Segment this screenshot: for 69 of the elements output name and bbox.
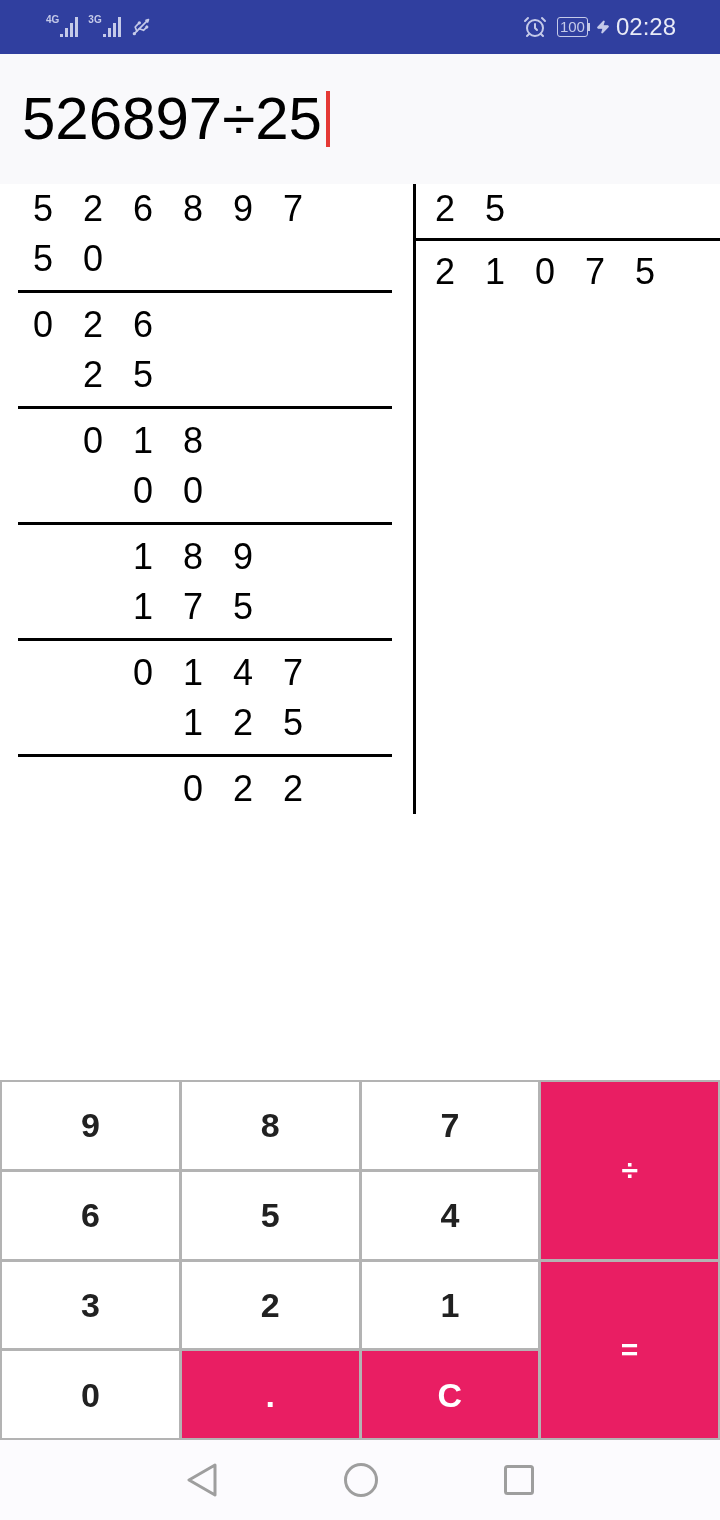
remainder-digit: 1 [133,423,153,459]
quotient-digit: 0 [535,254,555,290]
keypad-key[interactable]: 5 [181,1171,359,1259]
home-icon[interactable] [344,1463,378,1497]
subtrahend-digit: 1 [183,705,203,741]
remainder-digit: 1 [133,539,153,575]
remainder-digit: 7 [283,655,303,691]
text-cursor-icon [325,91,330,147]
remainder-digit: 2 [233,771,253,807]
remainder-digit: 9 [233,539,253,575]
expression-field[interactable]: 526897÷25 [0,54,720,184]
remainder-digit: 0 [133,655,153,691]
remainder-digit: 1 [183,655,203,691]
keypad-key[interactable]: 9 [2,1082,179,1169]
keypad-key[interactable]: 2 [181,1261,359,1349]
subtrahend-digit: 7 [183,589,203,625]
keypad-key[interactable]: 7 [361,1082,539,1169]
quotient-digit: 2 [435,254,455,290]
remainder-digit: 0 [33,307,53,343]
remainder-digit: 4 [233,655,253,691]
keypad-key[interactable]: 3 [2,1261,179,1349]
dividend-digit: 2 [83,191,103,227]
remainder-digit: 8 [183,423,203,459]
subtrahend-digit: 5 [133,357,153,393]
signal-icon [102,17,123,37]
remainder-digit: 2 [283,771,303,807]
clock-time: 02:28 [615,15,676,39]
subtrahend-digit: 5 [233,589,253,625]
dividend-digit: 8 [183,191,203,227]
dividend-digit: 6 [133,191,153,227]
alarm-icon [522,15,547,39]
keypad-key[interactable]: 0 [2,1351,179,1438]
network-type-label: 3G [88,15,102,25]
keypad-key[interactable]: 4 [361,1171,539,1259]
keypad-key[interactable]: 6 [2,1171,179,1259]
keypad-key[interactable]: 1 [361,1261,539,1349]
signal-icon [60,17,81,37]
quotient-digit: 5 [635,254,655,290]
keypad-key[interactable]: . [181,1351,359,1438]
subtrahend-digit: 2 [83,357,103,393]
dividend-digit: 5 [33,191,53,227]
divisor-digit: 2 [435,191,455,227]
remainder-digit: 2 [83,307,103,343]
charging-icon [595,20,610,34]
usb-icon [130,17,151,37]
dividend-digit: 9 [233,191,253,227]
subtrahend-digit: 0 [83,241,103,277]
network-type-label: 4G [46,15,60,25]
subtrahend-digit: 2 [233,705,253,741]
keypad-key[interactable]: ÷ [541,1082,718,1259]
quotient-digit: 1 [485,254,505,290]
remainder-digit: 0 [183,771,203,807]
subtrahend-digit: 5 [33,241,53,277]
subtrahend-digit: 0 [183,473,203,509]
subtrahend-digit: 5 [283,705,303,741]
back-icon[interactable] [186,1463,218,1497]
subtrahend-digit: 1 [133,589,153,625]
recent-apps-icon[interactable] [504,1465,534,1495]
quotient-digit: 7 [585,254,605,290]
subtrahend-digit: 0 [133,473,153,509]
remainder-digit: 6 [133,307,153,343]
keypad-key[interactable]: C [361,1351,539,1438]
remainder-digit: 8 [183,539,203,575]
battery-indicator: 100 [556,17,590,37]
remainder-digit: 0 [83,423,103,459]
dividend-digit: 7 [283,191,303,227]
divisor-digit: 5 [485,191,505,227]
keypad-key[interactable]: 8 [181,1082,359,1169]
keypad-key[interactable]: = [541,1261,718,1438]
